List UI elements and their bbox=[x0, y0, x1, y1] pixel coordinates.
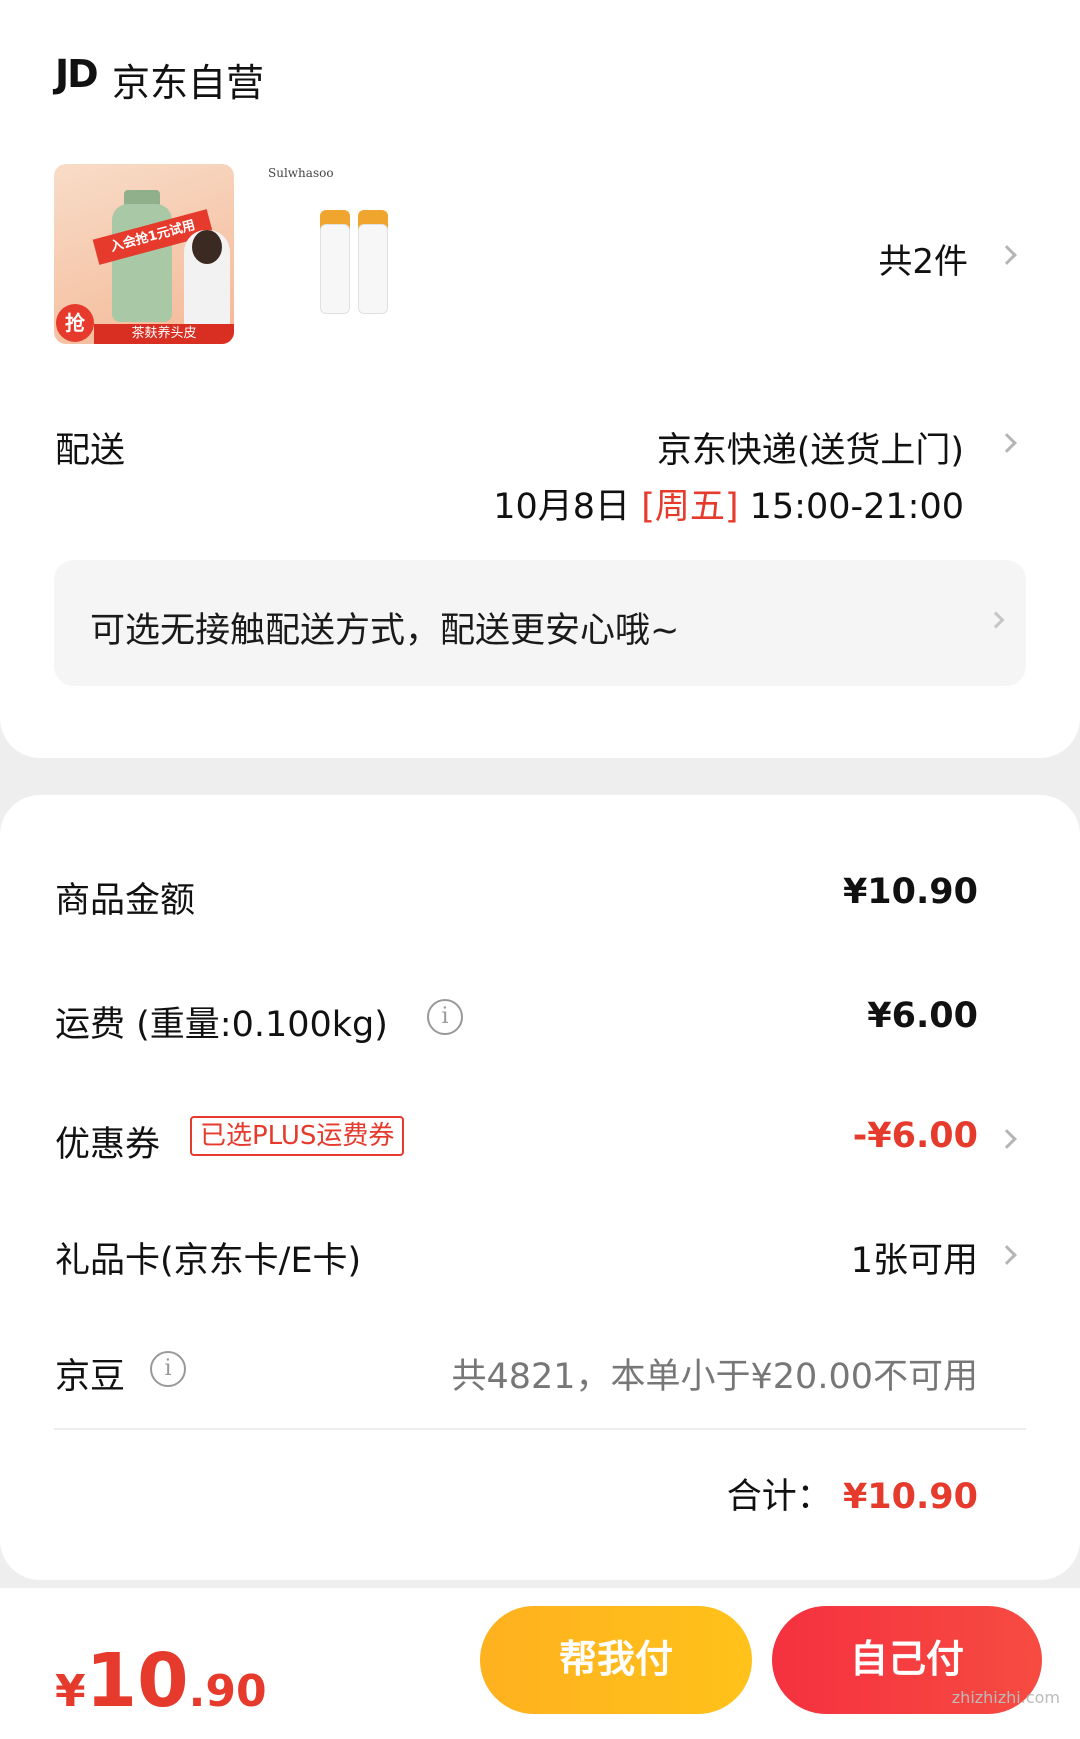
chevron-right-icon[interactable] bbox=[997, 245, 1017, 265]
divider bbox=[54, 1428, 1026, 1430]
jd-beans-label: 京豆 bbox=[55, 1357, 126, 1397]
payable-amount: ¥10.90 bbox=[55, 1638, 267, 1724]
delivery-date: 10月8日 bbox=[493, 487, 631, 527]
coupon-value[interactable]: -¥6.00 bbox=[853, 1116, 978, 1156]
info-icon[interactable]: i bbox=[427, 999, 463, 1035]
delivery-time-range: 15:00-21:00 bbox=[749, 487, 964, 527]
notice-text: 可选无接触配送方式，配送更安心哦~ bbox=[90, 611, 680, 651]
chevron-right-icon[interactable] bbox=[997, 433, 1017, 453]
spokesperson-head bbox=[192, 230, 222, 264]
gift-card-label: 礼品卡(京东卡/E卡) bbox=[55, 1241, 362, 1281]
bottle-image bbox=[320, 224, 350, 314]
gift-card-value[interactable]: 1张可用 bbox=[851, 1232, 978, 1283]
product-thumbnail-shampoo[interactable]: 入会抢1元试用 抢 茶麸养头皮 bbox=[54, 164, 234, 344]
coupon-label: 优惠券 bbox=[55, 1125, 161, 1165]
jd-beans-value: 共4821，本单小于¥20.00不可用 bbox=[451, 1357, 978, 1397]
shipping-value: ¥6.00 bbox=[867, 996, 978, 1036]
store-name: 京东自营 bbox=[112, 61, 265, 105]
jd-logo: JD bbox=[55, 52, 99, 96]
delivery-weekday: [周五] bbox=[641, 487, 739, 527]
order-card: JD 京东自营 入会抢1元试用 抢 茶麸养头皮 Sulwhasoo 共2件 配送… bbox=[0, 0, 1080, 758]
promo-bar: 茶麸养头皮 bbox=[94, 324, 234, 344]
grab-badge: 抢 bbox=[56, 304, 94, 342]
delivery-method[interactable]: 京东快递(送货上门) bbox=[657, 422, 964, 473]
product-thumbnail-sulwhasoo[interactable]: Sulwhasoo bbox=[262, 164, 442, 344]
watermark: zhizhizhi.com bbox=[951, 1688, 1060, 1707]
goods-amount-value: ¥10.90 bbox=[842, 872, 978, 912]
delivery-label: 配送 bbox=[55, 431, 126, 471]
currency-symbol: ¥ bbox=[55, 1666, 86, 1717]
amount-decimal: .90 bbox=[188, 1666, 267, 1717]
total-label: 合计： bbox=[726, 1477, 832, 1517]
total-amount: ¥10.90 bbox=[842, 1477, 978, 1517]
brand-label: Sulwhasoo bbox=[268, 166, 334, 180]
info-icon[interactable]: i bbox=[150, 1351, 186, 1387]
help-pay-button[interactable]: 帮我付 bbox=[480, 1606, 752, 1714]
shipping-label: 运费 (重量:0.100kg) bbox=[55, 1005, 388, 1045]
order-total: 合计： ¥10.90 bbox=[727, 1468, 978, 1519]
chevron-right-icon[interactable] bbox=[987, 611, 1005, 629]
delivery-time[interactable]: 10月8日 [周五] 15:00-21:00 bbox=[493, 478, 964, 529]
checkout-bar: ¥10.90 帮我付 自己付 zhizhizhi.com bbox=[0, 1588, 1080, 1739]
amount-integer: 10 bbox=[85, 1638, 189, 1724]
goods-amount-label: 商品金额 bbox=[55, 881, 196, 921]
bottle-image bbox=[358, 224, 388, 314]
coupon-tag[interactable]: 已选PLUS运费券 bbox=[190, 1116, 405, 1156]
contactless-delivery-notice[interactable]: 可选无接触配送方式，配送更安心哦~ bbox=[54, 560, 1026, 686]
item-count-link[interactable]: 共2件 bbox=[878, 234, 968, 283]
